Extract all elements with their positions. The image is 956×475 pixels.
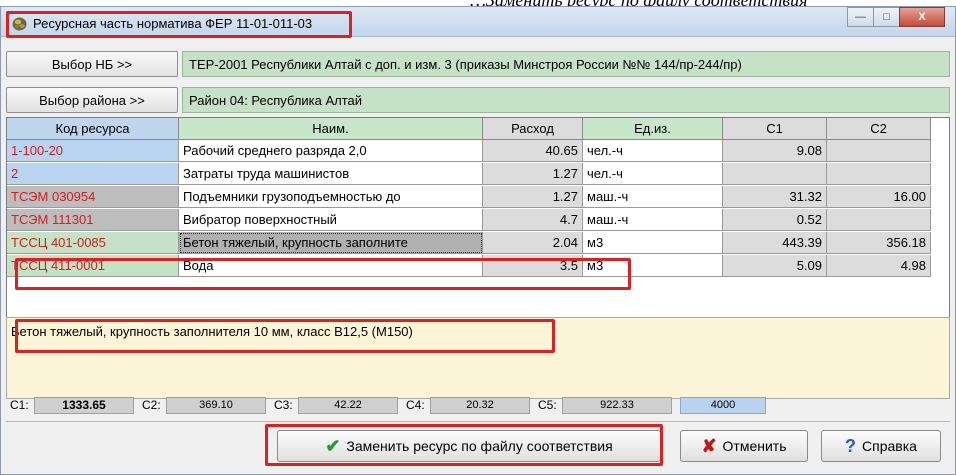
close-icon: X [918, 11, 926, 23]
cell-name[interactable]: Затраты труда машинистов [179, 163, 483, 185]
help-button[interactable]: ? Справка [821, 430, 941, 462]
cell-c1[interactable]: 5.09 [723, 255, 827, 277]
cell-c2[interactable]: 16.00 [827, 186, 931, 208]
table-row[interactable]: ТСЭМ 030954 Подъемники грузоподъемностью … [7, 186, 949, 208]
cell-name[interactable]: Вибратор поверхностный [179, 209, 483, 231]
window-title: Ресурсная часть норматива ФЕР 11-01-011-… [33, 15, 313, 31]
cell-c1[interactable]: 0.52 [723, 209, 827, 231]
cancel-button[interactable]: ✘ Отменить [680, 430, 808, 462]
header-name[interactable]: Наим. [179, 118, 483, 140]
cell-code[interactable]: 2 [7, 163, 179, 185]
cross-icon: ✘ [701, 435, 717, 456]
description-text: Бетон тяжелый, крупность заполнителя 10 … [11, 324, 413, 339]
maximize-button[interactable]: □ [873, 7, 900, 27]
minimize-icon: — [855, 11, 866, 23]
cell-rate[interactable]: 40.65 [483, 140, 583, 162]
total-c5-value: 922.33 [562, 396, 672, 414]
checkmark-icon: ✔ [325, 435, 341, 456]
button-panel: ✔ Заменить ресурс по файлу соответствия … [6, 421, 950, 468]
help-button-label: Справка [862, 438, 917, 454]
select-nb-button[interactable]: Выбор НБ >> [6, 51, 178, 77]
cell-c1[interactable] [723, 163, 827, 185]
cell-c1[interactable]: 443.39 [723, 232, 827, 254]
cell-unit[interactable]: маш.-ч [583, 186, 723, 208]
cell-c2[interactable] [827, 140, 931, 162]
region-value: Район 04: Республика Алтай [182, 87, 950, 113]
replace-button-label: Заменить ресурс по файлу соответствия [346, 438, 613, 454]
cell-code[interactable]: ТСЭМ 111301 [7, 209, 179, 231]
cell-rate[interactable]: 1.27 [483, 163, 583, 185]
total-c4-label: С4: [406, 398, 425, 412]
cell-unit[interactable]: м3 [583, 232, 723, 254]
header-code[interactable]: Код ресурса [7, 118, 179, 140]
cell-rate[interactable]: 3.5 [483, 255, 583, 277]
total-c5-label: С5: [538, 398, 557, 412]
cell-name[interactable]: Вода [179, 255, 483, 277]
header-c2[interactable]: С2 [827, 118, 931, 140]
resource-window: Ресурсная часть норматива ФЕР 11-01-011-… [0, 6, 956, 475]
nb-selector-row: Выбор НБ >> ТЕР-2001 Республики Алтай с … [6, 51, 950, 77]
cell-unit[interactable]: м3 [583, 255, 723, 277]
nb-value: ТЕР-2001 Республики Алтай с доп. и изм. … [182, 51, 950, 77]
cell-code[interactable]: ТССЦ 411-0001 [7, 255, 179, 277]
resource-table[interactable]: Код ресурса Наим. Расход Ед.из. С1 С2 1-… [6, 117, 950, 325]
window-controls: — □ X [847, 7, 945, 27]
header-c1[interactable]: С1 [723, 118, 827, 140]
replace-resource-button[interactable]: ✔ Заменить ресурс по файлу соответствия [277, 430, 661, 462]
select-region-button[interactable]: Выбор района >> [6, 87, 178, 113]
cell-unit[interactable]: маш.-ч [583, 209, 723, 231]
table-row[interactable]: 1-100-20 Рабочий среднего разряда 2,0 40.6… [7, 140, 949, 162]
title-group: Ресурсная часть норматива ФЕР 11-01-011-… [7, 10, 351, 36]
cell-c1[interactable]: 9.08 [723, 140, 827, 162]
help-icon: ? [845, 435, 857, 456]
cancel-button-label: Отменить [722, 438, 787, 454]
cell-name[interactable]: Рабочий среднего разряда 2,0 [179, 140, 483, 162]
cell-rate[interactable]: 1.27 [483, 186, 583, 208]
total-c2-label: С2: [142, 398, 161, 412]
table-row[interactable]: ТССЦ 401-0085 Бетон тяжелый, крупность за… [7, 232, 949, 254]
cell-unit[interactable]: чел.-ч [583, 163, 723, 185]
total-extra-value: 4000 [680, 396, 766, 414]
cell-c1[interactable]: 31.32 [723, 186, 827, 208]
cell-c2[interactable] [827, 163, 931, 185]
cell-c2[interactable] [827, 209, 931, 231]
header-unit[interactable]: Ед.из. [583, 118, 723, 140]
total-c1-label: С1: [10, 398, 29, 412]
cell-name[interactable]: Подъемники грузоподъемностью до [179, 186, 483, 208]
minimize-button[interactable]: — [847, 7, 874, 27]
cell-code[interactable]: ТСЭМ 030954 [7, 186, 179, 208]
resource-description: Бетон тяжелый, крупность заполнителя 10 … [6, 317, 950, 399]
table-row[interactable]: ТСЭМ 111301 Вибратор поверхностный 4.7 маш.… [7, 209, 949, 231]
table-header-row: Код ресурса Наим. Расход Ед.из. С1 С2 [7, 118, 949, 140]
title-bar[interactable]: Ресурсная часть норматива ФЕР 11-01-011-… [1, 7, 955, 38]
region-selector-row: Выбор района >> Район 04: Республика Алт… [6, 87, 950, 113]
total-c3-label: С3: [274, 398, 293, 412]
total-c2-value: 369.10 [166, 396, 266, 414]
totals-bar: С1: 1333.65 С2: 369.10 С3: 42.22 С4: 20.… [6, 395, 950, 415]
header-rate[interactable]: Расход [483, 118, 583, 140]
cell-unit[interactable]: чел.-ч [583, 140, 723, 162]
total-c1-value: 1333.65 [34, 396, 134, 414]
cell-rate[interactable]: 4.7 [483, 209, 583, 231]
cell-code[interactable]: 1-100-20 [7, 140, 179, 162]
close-button[interactable]: X [899, 7, 945, 27]
cell-rate[interactable]: 2.04 [483, 232, 583, 254]
maximize-icon: □ [883, 11, 890, 23]
cell-code[interactable]: ТССЦ 401-0085 [7, 232, 179, 254]
total-c4-value: 20.32 [430, 396, 530, 414]
total-c3-value: 42.22 [298, 396, 398, 414]
app-icon [12, 17, 27, 30]
cell-name[interactable]: Бетон тяжелый, крупность заполните [179, 232, 483, 254]
cell-c2[interactable]: 356.18 [827, 232, 931, 254]
table-row[interactable]: ТССЦ 411-0001 Вода 3.5 м3 5.09 4.98 [7, 255, 949, 277]
cell-c2[interactable]: 4.98 [827, 255, 931, 277]
table-row[interactable]: 2 Затраты труда машинистов 1.27 чел.-ч [7, 163, 949, 185]
